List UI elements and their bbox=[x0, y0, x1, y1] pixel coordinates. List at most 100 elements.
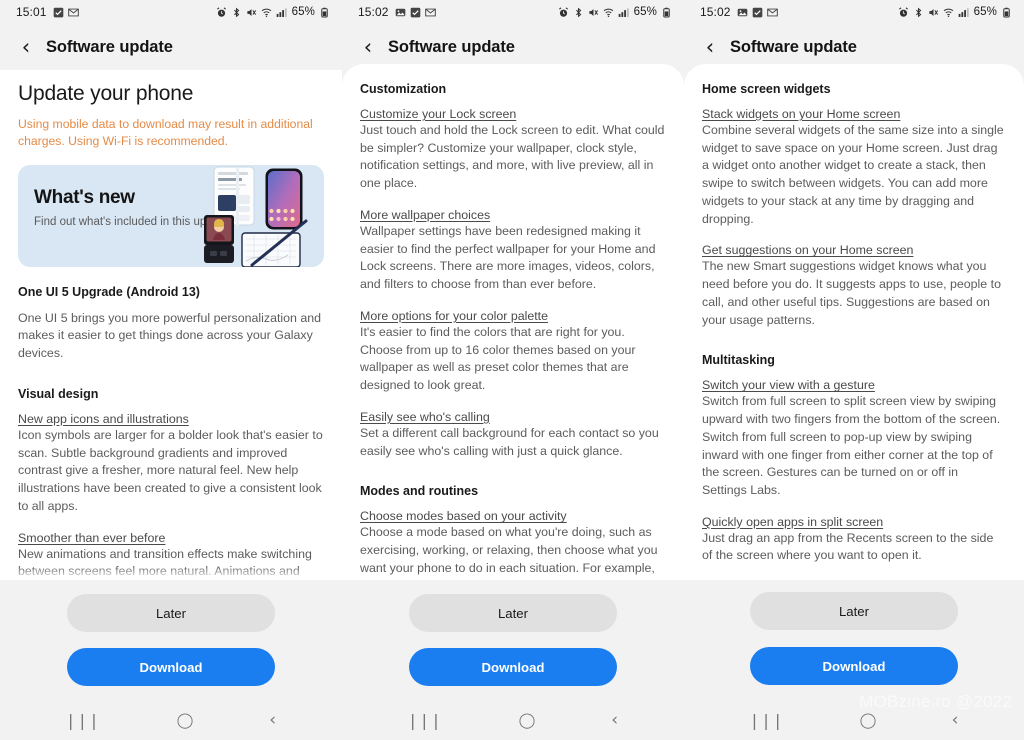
mute-icon bbox=[929, 8, 938, 16]
feature-title: Switch your view with a gesture bbox=[702, 378, 875, 393]
feature-body: The new Smart suggestions widget knows w… bbox=[702, 259, 1001, 327]
feature-body: Wallpaper settings have been redesigned … bbox=[360, 223, 656, 292]
section-heading-home-screen-widgets: Home screen widgets bbox=[702, 82, 831, 96]
bluetooth-icon bbox=[233, 7, 239, 17]
update-heading: Update your phone bbox=[18, 82, 194, 105]
battery-icon bbox=[1003, 7, 1010, 17]
feature-body: Just drag an app from the Recents screen… bbox=[702, 530, 994, 563]
content-fade bbox=[0, 566, 342, 580]
feature-body: Combine several widgets of the same size… bbox=[702, 123, 1004, 226]
recents-icon[interactable]: ||| bbox=[66, 711, 101, 730]
later-button[interactable]: Later bbox=[67, 594, 275, 632]
alarm-icon bbox=[898, 6, 908, 17]
status-bar-2: 15:02 65% bbox=[342, 0, 684, 24]
alarm-icon bbox=[558, 6, 568, 17]
chevron-left-icon[interactable]: ‹ bbox=[356, 35, 380, 59]
feature-title: Choose modes based on your activity bbox=[360, 509, 567, 524]
section-heading-modes-routines: Modes and routines bbox=[360, 484, 479, 499]
status-bar-system-icons: 65% bbox=[216, 6, 330, 18]
back-icon[interactable]: ‹ bbox=[269, 710, 276, 730]
navigation-bar: ||| ◯ ‹ bbox=[684, 700, 1024, 740]
feature-item: Stack widgets on your Home screen Combin… bbox=[702, 107, 1006, 228]
signal-icon bbox=[618, 7, 629, 17]
feature-body: Switch from full screen to split screen … bbox=[702, 394, 1001, 498]
download-button[interactable]: Download bbox=[409, 648, 617, 686]
later-button[interactable]: Later bbox=[750, 592, 958, 630]
signal-icon bbox=[276, 7, 287, 17]
content-card-2: Customization Customize your Lock screen… bbox=[342, 64, 684, 582]
feature-title: Get suggestions on your Home screen bbox=[702, 243, 914, 258]
status-bar-system-icons: 65% bbox=[558, 6, 672, 18]
mobile-data-warning: Using mobile data to download may result… bbox=[18, 117, 313, 149]
page-title: Software update bbox=[388, 37, 515, 56]
bluetooth-icon bbox=[915, 7, 921, 17]
feature-item: Choose modes based on your activity Choo… bbox=[360, 509, 666, 582]
download-button[interactable]: Download bbox=[750, 647, 958, 685]
feature-title: Smoother than ever before bbox=[18, 530, 166, 545]
status-bar-system-icons: 65% bbox=[898, 6, 1012, 18]
download-button[interactable]: Download bbox=[67, 648, 275, 686]
gmail-icon bbox=[424, 8, 436, 16]
mute-icon bbox=[247, 8, 256, 16]
later-button[interactable]: Later bbox=[409, 594, 617, 632]
three-panel-screenshot: 15:01 65% ‹ Software update Update your … bbox=[0, 0, 1024, 740]
recents-icon[interactable]: ||| bbox=[408, 711, 443, 730]
battery-icon bbox=[663, 7, 670, 17]
feature-item: Get suggestions on your Home screen The … bbox=[702, 243, 1006, 329]
feature-item: More wallpaper choices Wallpaper setting… bbox=[360, 208, 666, 294]
chevron-left-icon[interactable]: ‹ bbox=[698, 35, 722, 59]
recents-icon[interactable]: ||| bbox=[750, 711, 785, 730]
feature-title: More options for your color palette bbox=[360, 308, 549, 323]
feature-title: Customize your Lock screen bbox=[360, 107, 517, 121]
back-icon[interactable]: ‹ bbox=[952, 710, 959, 730]
mute-icon bbox=[589, 8, 598, 16]
status-bar-time: 15:01 bbox=[16, 5, 47, 19]
status-bar-time: 15:02 bbox=[700, 5, 731, 19]
status-bar-3: 15:02 65% bbox=[684, 0, 1024, 24]
status-bar-notification-icons bbox=[395, 7, 436, 18]
devices-illustration-icon bbox=[204, 166, 308, 267]
page-title: Software update bbox=[46, 37, 173, 56]
feature-body: Icon symbols are larger for a bolder loo… bbox=[18, 427, 323, 513]
footer-actions-2: Later Download ||| ◯ ‹ bbox=[342, 580, 684, 740]
footer-actions-1: Later Download ||| ◯ ‹ bbox=[0, 580, 342, 740]
footer-actions-3: Later Download MOBzine.ro @2022 ||| ◯ ‹ bbox=[684, 580, 1024, 740]
whats-new-banner[interactable]: What's new Find out what's included in t… bbox=[18, 164, 324, 267]
status-bar-notification-icons bbox=[53, 7, 79, 18]
battery-percent-label: 65% bbox=[291, 6, 315, 18]
battery-icon bbox=[321, 7, 328, 17]
alarm-icon bbox=[216, 6, 226, 17]
checkbox-icon bbox=[53, 7, 63, 17]
battery-percent-label: 65% bbox=[973, 6, 997, 18]
content-card-1: Update your phone Using mobile data to d… bbox=[0, 70, 342, 580]
feature-body: Just touch and hold the Lock screen to e… bbox=[360, 123, 665, 191]
feature-title: Easily see who's calling bbox=[360, 409, 490, 424]
image-icon bbox=[395, 8, 405, 16]
chevron-left-icon[interactable]: ‹ bbox=[14, 35, 38, 59]
section-heading-visual-design: Visual design bbox=[18, 386, 99, 401]
phone-screen-3: 15:02 65% ‹ Software update Home screen … bbox=[684, 0, 1024, 740]
gmail-icon bbox=[766, 8, 778, 16]
section-heading-multitasking: Multitasking bbox=[702, 353, 775, 368]
home-icon[interactable]: ◯ bbox=[860, 711, 877, 729]
wifi-icon bbox=[261, 8, 271, 17]
content-card-3: Home screen widgets Stack widgets on you… bbox=[684, 64, 1024, 582]
feature-body: Set a different call background for each… bbox=[360, 425, 659, 458]
back-icon[interactable]: ‹ bbox=[611, 710, 618, 730]
bluetooth-icon bbox=[575, 7, 581, 17]
upgrade-body: One UI 5 brings you more powerful person… bbox=[18, 310, 322, 361]
status-bar-1: 15:01 65% bbox=[0, 0, 342, 24]
home-icon[interactable]: ◯ bbox=[177, 711, 194, 729]
home-icon[interactable]: ◯ bbox=[519, 711, 536, 729]
wifi-icon bbox=[943, 8, 953, 17]
gmail-icon bbox=[67, 8, 79, 16]
navigation-bar: ||| ◯ ‹ bbox=[342, 700, 684, 740]
feature-title: Stack widgets on your Home screen bbox=[702, 107, 901, 121]
upgrade-heading: One UI 5 Upgrade (Android 13) bbox=[18, 284, 200, 299]
feature-title: Quickly open apps in split screen bbox=[702, 514, 884, 529]
feature-item: Switch your view with a gesture Switch f… bbox=[702, 378, 1006, 499]
checkbox-icon bbox=[752, 7, 762, 17]
image-icon bbox=[737, 8, 747, 16]
app-bar-1: ‹ Software update bbox=[0, 24, 342, 70]
feature-item: Customize your Lock screen Just touch an… bbox=[360, 107, 666, 193]
